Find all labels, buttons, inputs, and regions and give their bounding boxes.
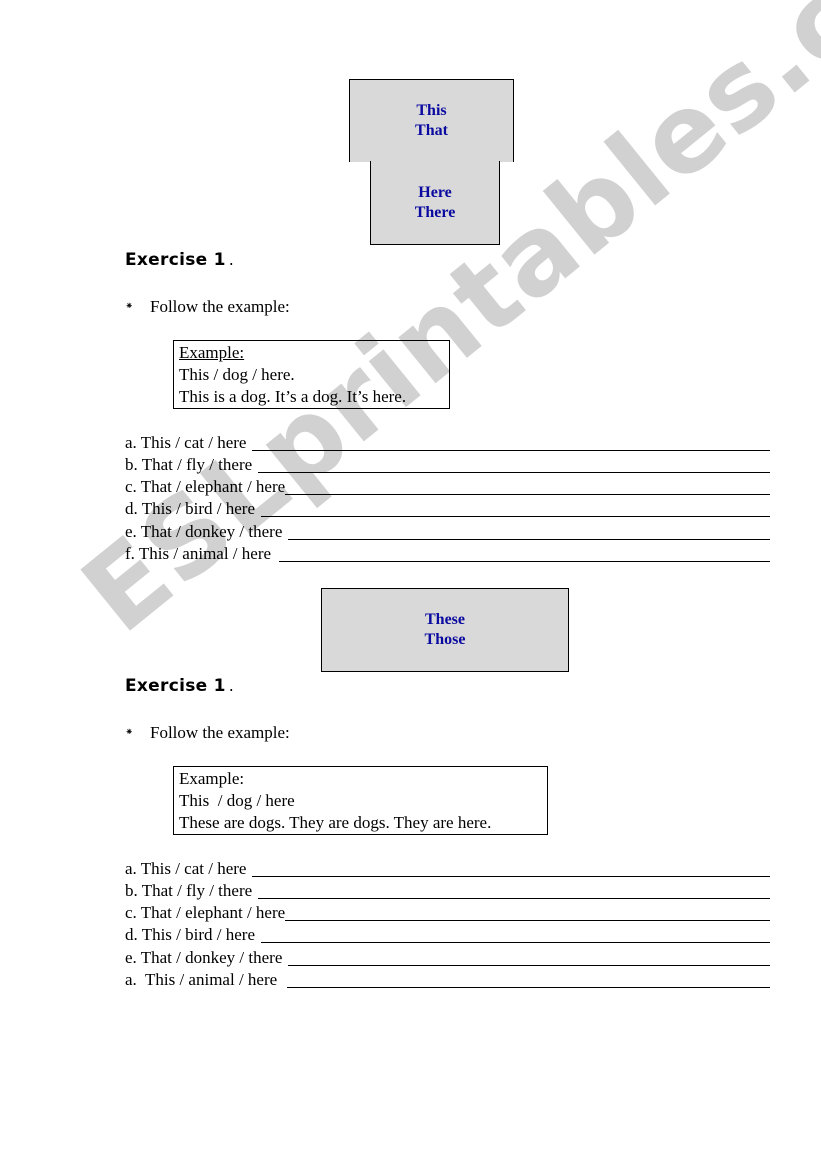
exercise-item: b. That / fly / there bbox=[125, 879, 770, 901]
asterisk-bullet-icon: ⁕ bbox=[125, 301, 134, 312]
answer-line[interactable] bbox=[261, 516, 770, 517]
exercise-item: e. That / donkey / there bbox=[125, 520, 770, 542]
here-there-box: Here There bbox=[370, 161, 500, 245]
this-that-box: This That bbox=[349, 79, 514, 162]
item-prompt: d. This / bird / here bbox=[125, 499, 255, 518]
item-prompt: d. This / bird / here bbox=[125, 925, 255, 944]
exercise-item: a. This / animal / here bbox=[125, 968, 770, 990]
item-prompt: b. That / fly / there bbox=[125, 455, 253, 474]
example-box: Example: This / dog / here These are dog… bbox=[173, 766, 548, 835]
answer-line[interactable] bbox=[258, 898, 770, 899]
answer-line[interactable] bbox=[285, 494, 770, 495]
exercise-heading: Exercise 1. bbox=[125, 676, 234, 696]
answer-line[interactable] bbox=[258, 472, 770, 473]
example-title: Example: bbox=[179, 769, 245, 788]
example-box: Example: This / dog / here. This is a do… bbox=[173, 340, 450, 409]
item-prompt: a. This / cat / here bbox=[125, 859, 247, 878]
instruction-text: Follow the example: bbox=[150, 297, 290, 316]
answer-line[interactable] bbox=[288, 965, 770, 966]
instruction-text: Follow the example: bbox=[150, 723, 290, 742]
box-word: Those bbox=[424, 631, 466, 648]
answer-line[interactable] bbox=[285, 920, 770, 921]
these-those-box: These Those bbox=[321, 588, 569, 672]
exercise-item: d. This / bird / here bbox=[125, 923, 770, 945]
exercise-title: Exercise 1 bbox=[125, 676, 226, 696]
worksheet-page: This That Here There Exercise 1. ⁕ Follo… bbox=[0, 0, 821, 1169]
box-word: That bbox=[415, 122, 448, 139]
asterisk-bullet-icon: ⁕ bbox=[125, 727, 134, 738]
answer-line[interactable] bbox=[279, 561, 770, 562]
exercise-title: Exercise 1 bbox=[125, 250, 226, 270]
box-word: Here bbox=[418, 183, 452, 201]
example-title: Example: bbox=[179, 343, 245, 362]
instruction: ⁕ Follow the example: bbox=[125, 297, 290, 317]
exercise-item: f. This / animal / here bbox=[125, 542, 770, 564]
exercise-item: c. That / elephant / here bbox=[125, 475, 770, 497]
item-prompt: b. That / fly / there bbox=[125, 881, 253, 900]
answer-line[interactable] bbox=[252, 876, 770, 877]
exercise-item: d. This / bird / here bbox=[125, 497, 770, 519]
exercise-title-dot: . bbox=[228, 676, 235, 695]
answer-line[interactable] bbox=[288, 539, 770, 540]
answer-line[interactable] bbox=[252, 450, 770, 451]
example-answer: These are dogs. They are dogs. They are … bbox=[179, 813, 492, 832]
exercise-item: a. This / cat / here bbox=[125, 431, 770, 453]
exercise-heading: Exercise 1. bbox=[125, 250, 234, 270]
exercise-item: a. This / cat / here bbox=[125, 857, 770, 879]
exercise-item: c. That / elephant / here bbox=[125, 901, 770, 923]
answer-line[interactable] bbox=[287, 987, 770, 988]
exercise-title-dot: . bbox=[228, 250, 235, 269]
exercise-item: e. That / donkey / there bbox=[125, 946, 770, 968]
example-prompt: This / dog / here. bbox=[179, 365, 295, 384]
box-word: These bbox=[425, 611, 465, 628]
item-prompt: e. That / donkey / there bbox=[125, 522, 283, 541]
answer-line[interactable] bbox=[261, 942, 770, 943]
exercise-item: b. That / fly / there bbox=[125, 453, 770, 475]
box-word: There bbox=[414, 203, 456, 221]
item-prompt: a. This / animal / here bbox=[125, 970, 278, 989]
item-prompt: e. That / donkey / there bbox=[125, 948, 283, 967]
item-prompt: a. This / cat / here bbox=[125, 433, 247, 452]
example-prompt: This / dog / here bbox=[179, 791, 295, 810]
item-prompt: f. This / animal / here bbox=[125, 544, 272, 563]
item-prompt: c. That / elephant / here bbox=[125, 903, 286, 922]
item-prompt: c. That / elephant / here bbox=[125, 477, 286, 496]
box-word: This bbox=[416, 102, 447, 119]
example-answer: This is a dog. It’s a dog. It’s here. bbox=[179, 387, 407, 406]
instruction: ⁕ Follow the example: bbox=[125, 723, 290, 743]
